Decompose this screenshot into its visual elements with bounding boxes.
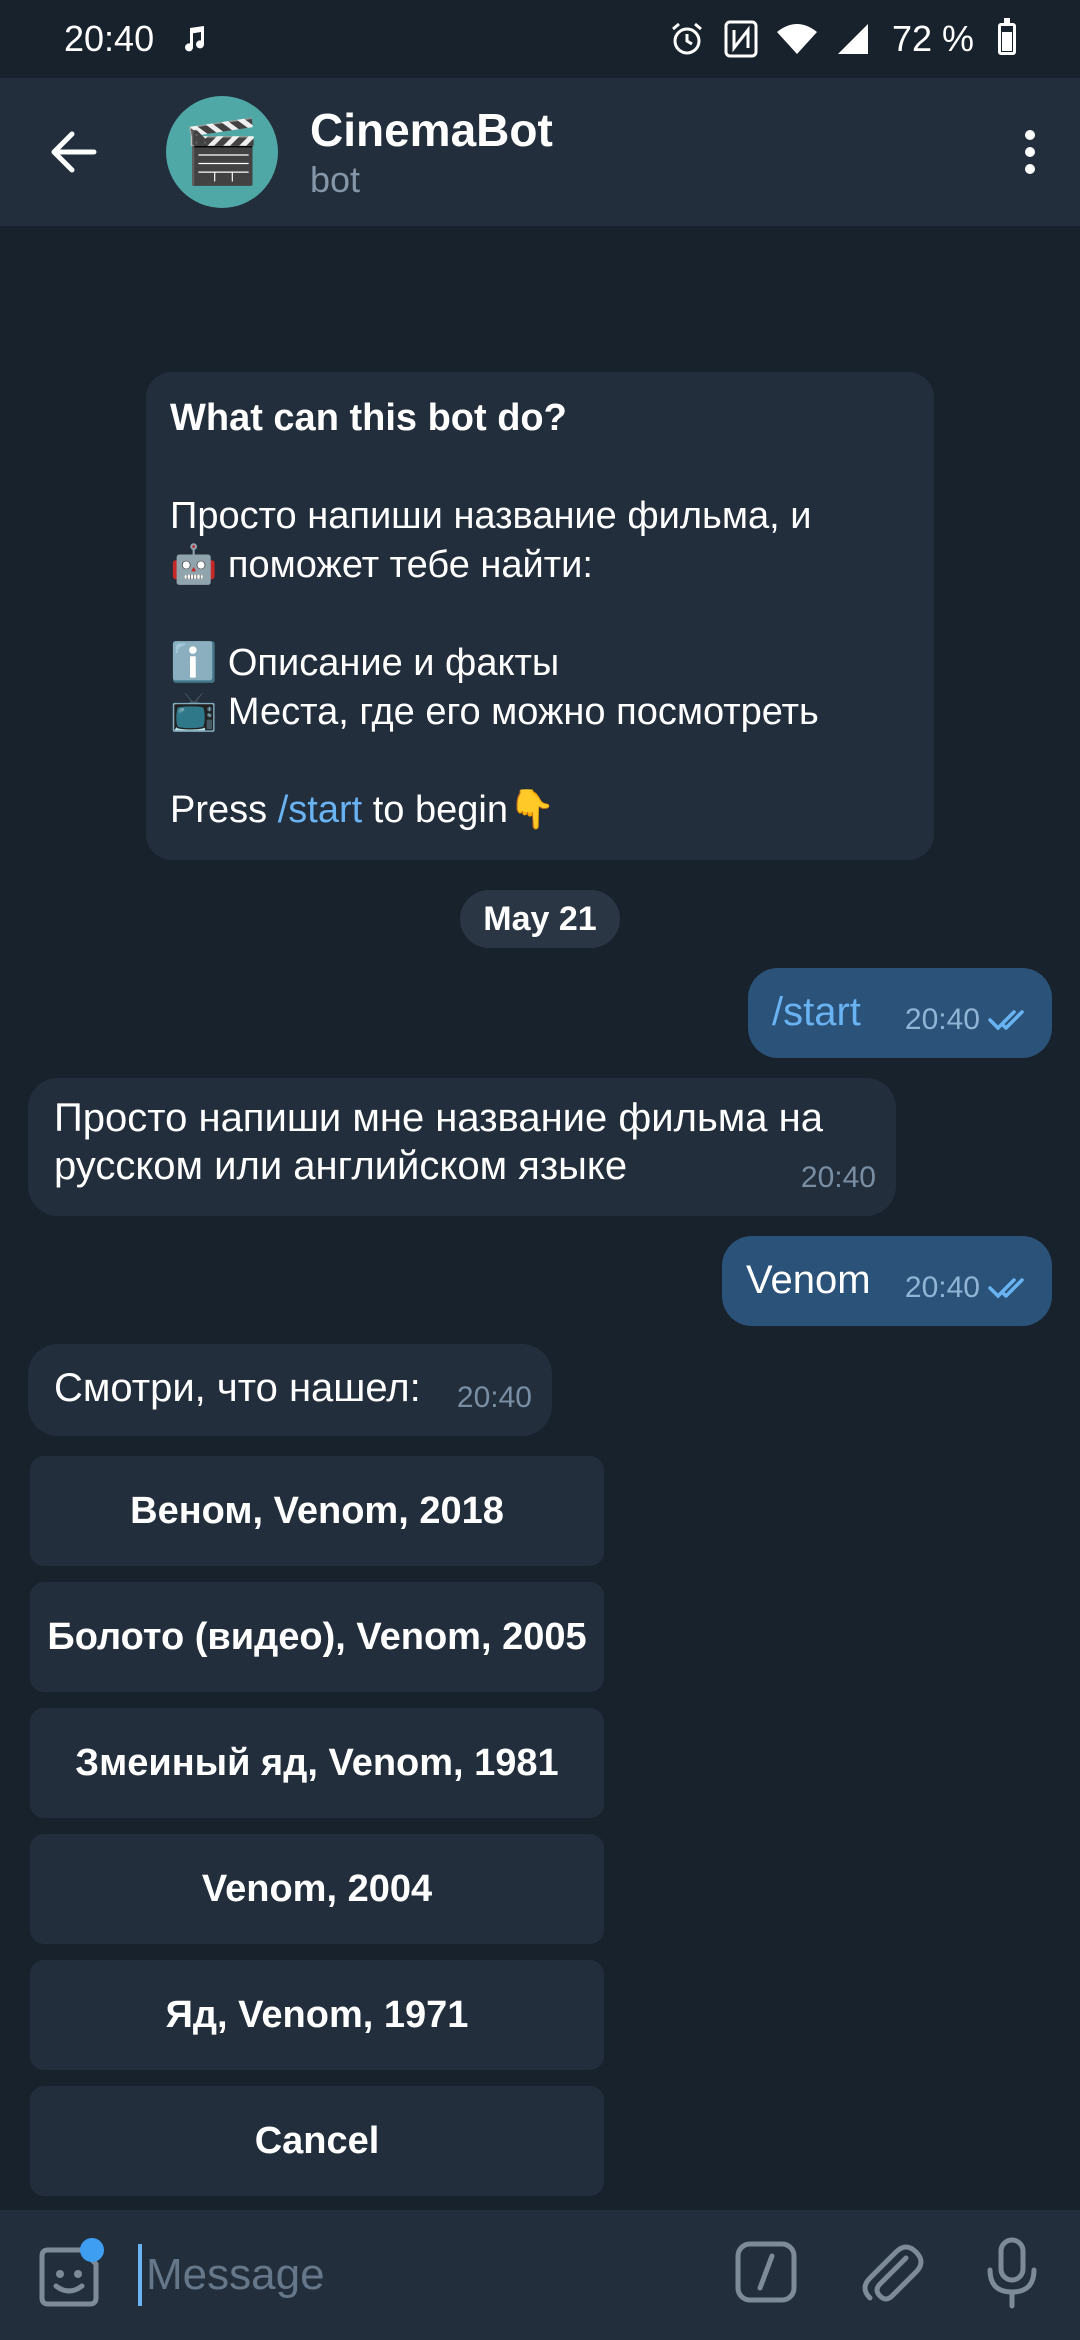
bot-description-card: What can this bot do? Просто напиши назв… <box>146 372 934 860</box>
message-text: /start <box>772 990 861 1034</box>
outgoing-message[interactable]: Venom 20:40 <box>722 1236 1052 1326</box>
message-meta: 20:40 <box>457 1374 532 1422</box>
signal-icon <box>836 22 870 56</box>
chat-subtitle: bot <box>310 159 361 200</box>
battery-icon <box>998 18 1016 55</box>
bot-description-press-line: Press /start to begin👇 <box>170 786 910 835</box>
double-check-icon <box>988 1278 1024 1299</box>
slash-command-icon <box>735 2241 797 2303</box>
status-icons: 72 % <box>668 18 1016 60</box>
message-meta: 20:40 <box>801 1154 876 1202</box>
bot-description-line: Просто напиши название фильма, и <box>170 495 812 537</box>
message-placeholder: Message <box>146 2250 325 2299</box>
message-text: русском или английском языке <box>54 1144 628 1188</box>
nfc-icon <box>724 20 758 58</box>
start-command-link[interactable]: /start <box>278 789 362 831</box>
message-text: Просто напиши мне название фильма на <box>54 1096 824 1140</box>
incoming-message[interactable]: Просто напиши мне название фильма на рус… <box>28 1078 896 1216</box>
status-time: 20:40 <box>64 18 155 59</box>
bot-description-line: 🤖 поможет тебе найти: <box>170 544 593 586</box>
wifi-icon <box>776 22 818 56</box>
message-text: Смотри, что нашел: <box>54 1366 421 1410</box>
attach-button[interactable] <box>858 2238 924 2308</box>
message-time: 20:40 <box>456 1381 532 1414</box>
press-text: Press <box>170 789 278 831</box>
bot-avatar[interactable]: 🎬 <box>166 96 278 208</box>
telegram-chat-screen: 20:40 72 % 🎬 CinemaBot bot What can this… <box>0 0 1080 2340</box>
bot-description-line: ℹ️ Описание и факты <box>170 642 560 684</box>
bot-description-title: What can this bot do? <box>170 397 567 439</box>
paperclip-icon <box>862 2244 924 2302</box>
bot-description-line: 📺 Места, где его можно посмотреть <box>170 691 819 733</box>
status-bar: 20:40 72 % <box>0 0 1080 78</box>
more-options-button[interactable] <box>980 78 1080 226</box>
text-caret <box>138 2244 142 2306</box>
inline-button-venom-2005[interactable]: Болото (видео), Venom, 2005 <box>30 1582 604 1692</box>
chat-header: 🎬 CinemaBot bot <box>0 78 1080 226</box>
back-button[interactable] <box>0 78 148 226</box>
alarm-icon <box>668 20 706 58</box>
message-time: 20:40 <box>800 1161 876 1194</box>
incoming-message[interactable]: Смотри, что нашел: 20:40 <box>28 1344 552 1436</box>
message-input-bar: Message <box>0 2210 1080 2340</box>
clapperboard-icon: 🎬 <box>183 117 261 187</box>
notification-dot <box>80 2238 104 2262</box>
date-separator: May 21 <box>460 890 620 948</box>
inline-button-venom-2004[interactable]: Venom, 2004 <box>30 1834 604 1944</box>
message-input[interactable]: Message <box>138 2240 325 2310</box>
message-text: Venom <box>746 1258 871 1302</box>
microphone-icon <box>987 2237 1037 2309</box>
message-meta: 20:40 <box>905 1264 1032 1312</box>
double-check-icon <box>988 1010 1024 1031</box>
battery-percentage: 72 % <box>891 18 974 59</box>
inline-button-venom-1971[interactable]: Яд, Venom, 1971 <box>30 1960 604 2070</box>
message-meta: 20:40 <box>905 996 1032 1044</box>
music-note-icon <box>180 24 210 54</box>
back-arrow-icon <box>51 131 97 173</box>
message-time: 20:40 <box>904 1271 980 1304</box>
to-begin-text: to begin👇 <box>362 789 556 831</box>
message-list[interactable]: What can this bot do? Просто напиши назв… <box>0 226 1080 2210</box>
bot-commands-button[interactable] <box>734 2240 798 2304</box>
inline-button-venom-1981[interactable]: Змеиный яд, Venom, 1981 <box>30 1708 604 1818</box>
voice-message-button[interactable] <box>984 2236 1040 2310</box>
outgoing-message[interactable]: /start 20:40 <box>748 968 1052 1058</box>
inline-button-cancel[interactable]: Cancel <box>30 2086 604 2196</box>
chat-title: CinemaBot <box>310 104 553 156</box>
message-time: 20:40 <box>904 1003 980 1036</box>
more-vertical-icon <box>1025 130 1035 174</box>
chat-title-block[interactable]: CinemaBot bot <box>310 102 553 202</box>
inline-button-venom-2018[interactable]: Веном, Venom, 2018 <box>30 1456 604 1566</box>
